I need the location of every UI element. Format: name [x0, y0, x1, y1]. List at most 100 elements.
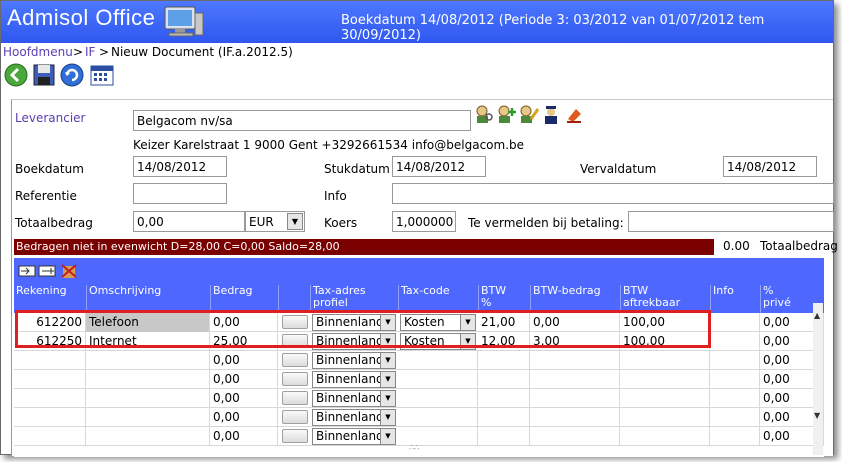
col-btw[interactable]: BTW % — [478, 285, 530, 313]
cell-bedrag[interactable]: 0,00 — [210, 313, 278, 332]
row-action-button[interactable] — [282, 372, 308, 386]
cell-taxcode[interactable] — [398, 351, 478, 370]
cell-info[interactable] — [710, 351, 760, 370]
vermelden-input[interactable] — [628, 211, 834, 232]
leverancier-input[interactable]: Belgacom nv/sa — [133, 110, 471, 131]
cell-aftrek[interactable] — [620, 370, 710, 389]
col-taxadres[interactable]: Tax-adres profiel — [310, 285, 398, 313]
cell-aftrek[interactable] — [620, 351, 710, 370]
resize-grip-icon[interactable]: ∴∴ — [409, 443, 419, 452]
taxadres-select[interactable]: Binnenland ▼ — [312, 314, 396, 331]
col-btwbedrag[interactable]: BTW-bedrag — [530, 285, 620, 313]
chevron-down-icon[interactable]: ▼ — [287, 213, 303, 230]
info-input[interactable] — [392, 183, 834, 204]
taxadres-select[interactable]: Binnenland ▼ — [312, 333, 396, 350]
taxcode-select[interactable]: Kosten ▼ — [400, 333, 476, 350]
cell-aftrek[interactable]: 100,00 — [620, 332, 710, 351]
col-omschrijving[interactable]: Omschrijving — [86, 285, 210, 313]
delete-row-icon[interactable] — [60, 263, 78, 279]
cell-omschrijving[interactable]: Internet — [86, 332, 210, 351]
breadcrumb-section-link[interactable]: IF — [85, 45, 95, 59]
row-action-button[interactable] — [282, 410, 308, 424]
cell-rekening[interactable] — [14, 389, 86, 408]
cell-btw[interactable] — [478, 389, 530, 408]
cell-bedrag[interactable]: 0,00 — [210, 351, 278, 370]
chevron-down-icon[interactable]: ▼ — [460, 315, 475, 330]
row-action-button[interactable] — [282, 353, 308, 367]
chevron-down-icon[interactable]: ▼ — [380, 410, 395, 425]
cell-btwbedrag[interactable] — [530, 427, 620, 446]
cell-rekening[interactable]: 612250 — [14, 332, 86, 351]
calendar-icon[interactable] — [89, 62, 115, 88]
row-action-button[interactable] — [282, 391, 308, 405]
cell-aftrek[interactable] — [620, 427, 710, 446]
currency-select[interactable]: EUR ▼ — [245, 211, 305, 232]
cell-info[interactable] — [710, 332, 760, 351]
taxadres-select[interactable]: Binnenland ▼ — [312, 390, 396, 407]
edit-supplier-icon[interactable] — [518, 103, 540, 125]
scroll-down-icon[interactable]: ▼ — [814, 411, 820, 420]
col-rekening[interactable]: Rekening — [14, 285, 86, 313]
chevron-down-icon[interactable]: ▼ — [380, 334, 395, 349]
stamp-icon[interactable] — [564, 103, 586, 125]
col-bedrag[interactable]: Bedrag — [210, 285, 278, 313]
taxadres-select[interactable]: Binnenland ▼ — [312, 371, 396, 388]
save-icon[interactable] — [31, 62, 57, 88]
cell-btw[interactable] — [478, 370, 530, 389]
cell-aftrek[interactable] — [620, 389, 710, 408]
boekdatum-input[interactable]: 14/08/2012 — [133, 156, 227, 177]
cell-aftrek[interactable]: 100,00 — [620, 313, 710, 332]
cell-btwbedrag[interactable] — [530, 370, 620, 389]
vervaldatum-input[interactable]: 14/08/2012 — [723, 156, 817, 177]
vertical-scrollbar[interactable]: ▲ ▼ — [813, 303, 823, 455]
cell-bedrag[interactable]: 0,00 — [210, 389, 278, 408]
chevron-down-icon[interactable]: ▼ — [460, 334, 475, 349]
add-supplier-icon[interactable] — [496, 103, 518, 125]
col-taxcode[interactable]: Tax-code — [398, 285, 478, 313]
search-supplier-icon[interactable] — [474, 103, 496, 125]
cell-info[interactable] — [710, 408, 760, 427]
cell-rekening[interactable] — [14, 408, 86, 427]
cell-info[interactable] — [710, 313, 760, 332]
cell-btw[interactable] — [478, 408, 530, 427]
cell-info[interactable] — [710, 389, 760, 408]
row-action-button[interactable] — [282, 334, 308, 348]
cell-omschrijving[interactable] — [86, 370, 210, 389]
chevron-down-icon[interactable]: ▼ — [380, 315, 395, 330]
row-action-button[interactable] — [282, 315, 308, 329]
cell-rekening[interactable] — [14, 427, 86, 446]
referentie-input[interactable] — [133, 183, 227, 204]
cell-bedrag[interactable]: 25,00 — [210, 332, 278, 351]
koers-input[interactable]: 1,000000 — [392, 211, 456, 232]
scroll-up-icon[interactable]: ▲ — [814, 311, 820, 320]
taxcode-select[interactable]: Kosten ▼ — [400, 314, 476, 331]
cell-omschrijving[interactable]: Telefoon — [86, 313, 210, 332]
taxadres-select[interactable]: Binnenland ▼ — [312, 409, 396, 426]
cell-rekening[interactable] — [14, 370, 86, 389]
cell-btw[interactable]: 21,00 — [478, 313, 530, 332]
cell-omschrijving[interactable] — [86, 408, 210, 427]
cell-btwbedrag[interactable] — [530, 389, 620, 408]
chevron-down-icon[interactable]: ▼ — [380, 353, 395, 368]
chevron-down-icon[interactable]: ▼ — [380, 429, 395, 444]
cell-btw[interactable] — [478, 427, 530, 446]
totaalbedrag-input[interactable]: 0,00 — [133, 211, 245, 232]
row-action-button[interactable] — [282, 429, 308, 443]
cell-taxcode[interactable] — [398, 370, 478, 389]
add-row-icon[interactable] — [38, 263, 56, 279]
chevron-down-icon[interactable]: ▼ — [380, 372, 395, 387]
col-info[interactable]: Info — [710, 285, 760, 313]
back-icon[interactable] — [3, 62, 29, 88]
cell-btw[interactable] — [478, 351, 530, 370]
taxadres-select[interactable]: Binnenland ▼ — [312, 428, 396, 445]
cell-btwbedrag[interactable] — [530, 351, 620, 370]
cell-taxcode[interactable] — [398, 389, 478, 408]
cell-omschrijving[interactable] — [86, 427, 210, 446]
cell-aftrek[interactable] — [620, 408, 710, 427]
cell-btwbedrag[interactable]: 0,00 — [530, 313, 620, 332]
cell-btwbedrag[interactable] — [530, 408, 620, 427]
cell-btwbedrag[interactable]: 3,00 — [530, 332, 620, 351]
insert-row-icon[interactable] — [18, 263, 36, 279]
cell-bedrag[interactable]: 0,00 — [210, 370, 278, 389]
cell-omschrijving[interactable] — [86, 351, 210, 370]
